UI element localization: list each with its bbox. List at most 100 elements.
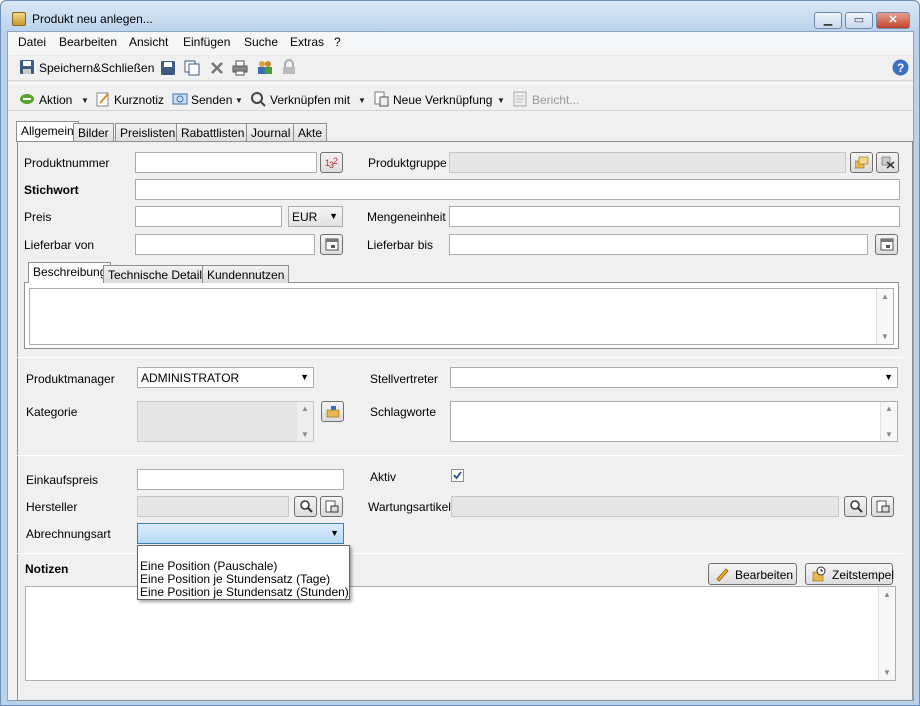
abrechnungsart-label: Abrechnungsart bbox=[26, 527, 111, 541]
aktion-button[interactable]: Aktion bbox=[39, 93, 72, 107]
verknuepfen-dropdown-icon[interactable]: ▼ bbox=[358, 96, 366, 105]
search-icon bbox=[850, 500, 863, 513]
close-button[interactable]: ✕ bbox=[876, 12, 910, 29]
aktion-dropdown-icon[interactable]: ▼ bbox=[81, 96, 89, 105]
option-stundensatz-stunden[interactable]: Eine Position je Stundensatz (Stunden) bbox=[140, 585, 349, 599]
option-pauschale[interactable]: Eine Position (Pauschale) bbox=[140, 559, 277, 573]
scroll-up-icon[interactable]: ▲ bbox=[301, 404, 309, 413]
toolbar-actions: Aktion ▼ Kurznotiz Senden ▼ Verknüpfen m… bbox=[8, 83, 913, 111]
tab-bilder[interactable]: Bilder bbox=[73, 123, 114, 142]
wartungsartikel-open-button[interactable] bbox=[871, 496, 894, 517]
bearbeiten-button[interactable]: Bearbeiten bbox=[708, 563, 797, 585]
produktgruppe-select-button[interactable] bbox=[850, 152, 873, 173]
scrollbar[interactable]: ▲ ▼ bbox=[876, 289, 893, 344]
print-icon[interactable] bbox=[232, 60, 248, 76]
kategorie-select-button[interactable] bbox=[321, 401, 344, 422]
maximize-button[interactable]: ▭ bbox=[845, 12, 873, 29]
wartungsartikel-label: Wartungsartikel bbox=[368, 500, 451, 514]
scrollbar[interactable]: ▲ ▼ bbox=[880, 402, 897, 441]
produktgruppe-label: Produktgruppe bbox=[368, 156, 447, 170]
menu-datei[interactable]: Datei bbox=[18, 35, 46, 49]
currency-select[interactable]: EUR ▼ bbox=[288, 206, 343, 227]
calendar-icon bbox=[880, 238, 894, 251]
neue-verknuepfung-button[interactable]: Neue Verknüpfung bbox=[393, 93, 492, 107]
timestamp-icon bbox=[812, 566, 826, 582]
lieferbar-bis-calendar-button[interactable] bbox=[875, 234, 898, 255]
lieferbar-von-input[interactable] bbox=[135, 234, 315, 255]
mail-icon bbox=[172, 91, 188, 107]
scroll-down-icon[interactable]: ▼ bbox=[881, 332, 889, 341]
menu-ansicht[interactable]: Ansicht bbox=[129, 35, 168, 49]
notizen-textarea[interactable]: ▲ ▼ bbox=[25, 586, 896, 681]
senden-dropdown-icon[interactable]: ▼ bbox=[235, 96, 243, 105]
mengeneinheit-input[interactable] bbox=[449, 206, 900, 227]
beschreibung-textarea[interactable]: ▲ ▼ bbox=[29, 288, 894, 345]
produktgruppe-clear-button[interactable] bbox=[876, 152, 899, 173]
produktmanager-value: ADMINISTRATOR bbox=[141, 371, 240, 385]
scroll-down-icon[interactable]: ▼ bbox=[885, 430, 893, 439]
tab-rabattlisten[interactable]: Rabattlisten bbox=[176, 123, 250, 142]
scrollbar[interactable]: ▲ ▼ bbox=[878, 587, 895, 680]
title-bar: Produkt neu anlegen... ▁ ▭ ✕ bbox=[1, 1, 919, 31]
delete-icon[interactable] bbox=[209, 60, 225, 76]
wartungsartikel-search-button[interactable] bbox=[844, 496, 867, 517]
abrechnungsart-select[interactable]: ▼ bbox=[137, 523, 344, 544]
save-close-button[interactable]: Speichern&Schließen bbox=[39, 61, 154, 75]
number-generator-button[interactable]: 132 bbox=[320, 152, 343, 173]
checkmark-icon bbox=[453, 471, 462, 480]
hersteller-open-button[interactable] bbox=[320, 496, 343, 517]
scroll-up-icon[interactable]: ▲ bbox=[883, 590, 891, 599]
verknuepfen-button[interactable]: Verknüpfen mit bbox=[270, 93, 350, 107]
produktnummer-label: Produktnummer bbox=[24, 156, 110, 170]
folder-stack-icon bbox=[855, 156, 869, 169]
menu-suche[interactable]: Suche bbox=[244, 35, 278, 49]
search-icon bbox=[300, 500, 313, 513]
menu-help[interactable]: ? bbox=[334, 35, 341, 49]
tab-journal[interactable]: Journal bbox=[246, 123, 296, 142]
subtab-technische-details[interactable]: Technische Details bbox=[103, 265, 214, 283]
kurznotiz-button[interactable]: Kurznotiz bbox=[114, 93, 164, 107]
zeitstempel-button[interactable]: Zeitstempel bbox=[805, 563, 895, 585]
neue-verknuepfung-dropdown-icon[interactable]: ▼ bbox=[497, 96, 505, 105]
users-icon[interactable] bbox=[257, 59, 273, 75]
bearbeiten-label: Bearbeiten bbox=[735, 568, 794, 582]
calendar-icon bbox=[325, 238, 339, 251]
schlagworte-textarea[interactable]: ▲ ▼ bbox=[450, 401, 898, 442]
produktnummer-input[interactable] bbox=[135, 152, 317, 173]
tab-preislisten[interactable]: Preislisten bbox=[115, 123, 181, 142]
lieferbar-bis-input[interactable] bbox=[449, 234, 868, 255]
lieferbar-von-calendar-button[interactable] bbox=[320, 234, 343, 255]
copy-icon[interactable] bbox=[184, 60, 200, 76]
menu-extras[interactable]: Extras bbox=[290, 35, 324, 49]
scroll-up-icon[interactable]: ▲ bbox=[885, 404, 893, 413]
lock-icon bbox=[281, 59, 297, 75]
chevron-down-icon: ▼ bbox=[884, 372, 893, 382]
save-icon[interactable] bbox=[160, 60, 176, 76]
zeitstempel-label: Zeitstempel bbox=[832, 568, 895, 582]
stichwort-input[interactable] bbox=[135, 179, 900, 200]
option-stundensatz-tage[interactable]: Eine Position je Stundensatz (Tage) bbox=[140, 572, 330, 586]
stellvertreter-select[interactable]: ▼ bbox=[450, 367, 898, 388]
currency-value: EUR bbox=[292, 210, 318, 224]
scroll-up-icon[interactable]: ▲ bbox=[881, 292, 889, 301]
aktiv-checkbox[interactable] bbox=[451, 469, 464, 482]
menu-bearbeiten[interactable]: Bearbeiten bbox=[59, 35, 117, 49]
minimize-button[interactable]: ▁ bbox=[814, 12, 842, 29]
schlagworte-label: Schlagworte bbox=[370, 405, 437, 419]
preis-input[interactable] bbox=[135, 206, 282, 227]
tab-akte[interactable]: Akte bbox=[293, 123, 328, 142]
hersteller-search-button[interactable] bbox=[294, 496, 317, 517]
einkaufspreis-input[interactable] bbox=[137, 469, 344, 490]
produktmanager-select[interactable]: ADMINISTRATOR ▼ bbox=[137, 367, 314, 388]
produktgruppe-field bbox=[449, 152, 846, 173]
tab-allgemein[interactable]: Allgemein bbox=[16, 121, 79, 142]
menu-einfuegen[interactable]: Einfügen bbox=[183, 35, 230, 49]
scroll-down-icon[interactable]: ▼ bbox=[883, 668, 891, 677]
senden-button[interactable]: Senden bbox=[191, 93, 232, 107]
subtab-beschreibung[interactable]: Beschreibung bbox=[28, 262, 112, 283]
toolbar-main: Speichern&Schließen ? bbox=[8, 53, 913, 81]
scrollbar[interactable]: ▲ ▼ bbox=[296, 402, 313, 441]
help-icon[interactable]: ? bbox=[892, 59, 909, 76]
scroll-down-icon[interactable]: ▼ bbox=[301, 430, 309, 439]
subtab-kundennutzen[interactable]: Kundennutzen bbox=[202, 265, 290, 283]
